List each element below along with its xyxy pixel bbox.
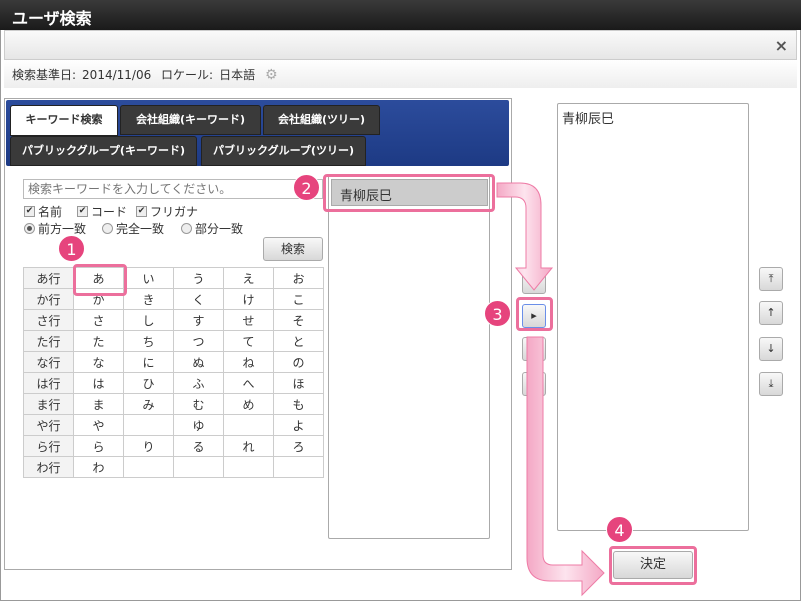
arrow-to-add [496,182,554,291]
highlight-result [323,174,495,212]
highlight-add [516,297,553,331]
step-badge-4: 4 [606,516,633,543]
annotation-arrows [496,182,605,597]
step-badge-1: 1 [58,235,85,262]
arrow-to-confirm [526,336,605,597]
step-badge-3: 3 [484,300,511,327]
highlight-confirm [609,546,697,585]
highlight-kana-a [73,264,127,296]
step-badge-2: 2 [293,174,320,201]
